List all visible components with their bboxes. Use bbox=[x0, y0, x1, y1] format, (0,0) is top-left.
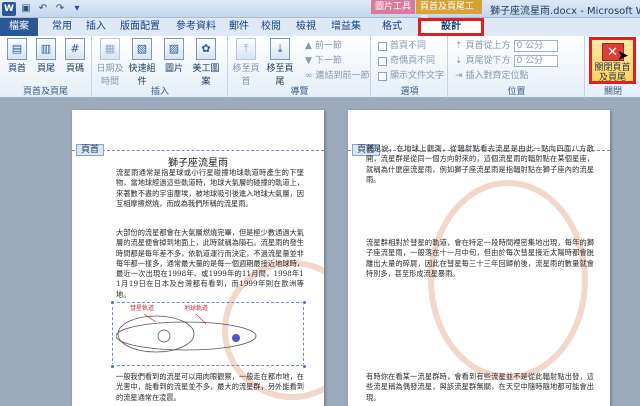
clip-art-button[interactable]: ✿ 美工圖案 bbox=[191, 38, 221, 87]
orbit-diagram[interactable] bbox=[116, 306, 300, 362]
picture-icon: ▨ bbox=[164, 38, 184, 60]
ribbon: ▤ 頁首 ▥ 頁尾 # 頁碼 頁首及頁尾 ▦ 日期及時間 ▧ 快速組件 ▨ 圖片 ✿ 美工圖案… bbox=[0, 36, 640, 98]
tab-home[interactable]: 常用 bbox=[46, 18, 78, 36]
mouse-cursor-icon: ➤ bbox=[617, 48, 629, 64]
tab-addins[interactable]: 增益集 bbox=[326, 18, 366, 36]
page-number-icon: # bbox=[65, 38, 85, 60]
paragraph[interactable]: 流星雨通常是指星球或小行星碰撞地球軌道時產生的下墜物，當地球經過這些軌道時，地球… bbox=[116, 168, 304, 209]
group-label: 導覽 bbox=[290, 87, 309, 97]
document-page-2[interactable]: 頁首 就是說，在地球上觀測，從輻射點看去流星是由此一點向四面八方散開，流星群是從… bbox=[348, 110, 610, 406]
document-area[interactable]: 頁首 獅子座流星雨 流星雨通常是指星球或小行星碰撞地球軌道時產生的下墜物，當地球… bbox=[0, 98, 640, 406]
paragraph[interactable]: 大部份的流星都會在大氣層燃燒完畢，但是極少數通過大氣層的流星便會掉到地面上，此時… bbox=[116, 228, 304, 300]
paragraph[interactable]: 流星群相對於彗星的軌道，會在特定一段時間裡密集地出現，每年的獅子座流星雨，一般落… bbox=[366, 238, 594, 279]
footer-button[interactable]: ▥ 頁尾 bbox=[31, 38, 61, 74]
group-insert: ▦ 日期及時間 ▧ 快速組件 ▨ 圖片 ✿ 美工圖案 插入 bbox=[93, 36, 228, 98]
save-icon[interactable]: ▣ bbox=[19, 2, 33, 16]
tab-insert[interactable]: 插入 bbox=[80, 18, 112, 36]
link-previous-button[interactable]: ∞ 連結到前一節 bbox=[305, 70, 370, 82]
group-label: 選項 bbox=[400, 87, 419, 97]
paragraph[interactable]: 有時你在看某一流星群時，會看到有些流星並不是從此輻射點出發，這些流星稱為偶發流星… bbox=[366, 372, 594, 403]
header-icon: ▤ bbox=[7, 38, 27, 60]
align-tab-icon: ⇥ bbox=[455, 71, 463, 81]
tab-references[interactable]: 參考資料 bbox=[170, 18, 222, 36]
group-navigation: ⤒ 移至頁首 ⤓ 移至頁尾 ▲ 前一節 ▼ 下一節 ∞ 連結到前一節 導覽 bbox=[229, 36, 371, 98]
footer-position-icon: ⇣ bbox=[455, 56, 463, 66]
paragraph[interactable]: 一般我們看到的流星可以用肉眼觀察，一般走在都市地，在光害中，能看到的流星並不多，… bbox=[116, 372, 304, 403]
quick-parts-icon: ▧ bbox=[132, 38, 152, 60]
link-icon: ∞ bbox=[305, 71, 313, 81]
group-options: 首頁不同 奇偶頁不同 顯示文件文字 選項 bbox=[372, 36, 448, 98]
goto-header-icon: ⤒ bbox=[236, 38, 256, 60]
context-tab-picture-tools: 圖片工具 bbox=[371, 0, 415, 14]
resize-handle[interactable] bbox=[302, 364, 307, 369]
quick-parts-button[interactable]: ▧ 快速組件 bbox=[127, 38, 157, 87]
tab-review[interactable]: 校閱 bbox=[256, 18, 286, 36]
tab-mailings[interactable]: 郵件 bbox=[224, 18, 254, 36]
checkbox-icon bbox=[378, 71, 387, 81]
resize-handle[interactable] bbox=[110, 300, 115, 305]
paragraph[interactable]: 就是說，在地球上觀測，從輻射點看去流星是由此一點向四面八方散開，流星群是從同一個… bbox=[366, 144, 594, 185]
arrow-up-icon: ▲ bbox=[305, 41, 312, 51]
footer-from-bottom-input[interactable]: 0 公分 bbox=[513, 55, 558, 67]
checkbox-icon bbox=[378, 56, 387, 66]
show-doc-text-checkbox[interactable]: 顯示文件文字 bbox=[378, 70, 444, 82]
orbit-label: 地球軌道 bbox=[184, 305, 209, 312]
calendar-icon: ▦ bbox=[100, 38, 120, 60]
date-time-button[interactable]: ▦ 日期及時間 bbox=[95, 38, 125, 87]
next-section-button[interactable]: ▼ 下一節 bbox=[305, 55, 342, 67]
title-bar: W ▣ ↶ ↷ ▾ 圖片工具 頁首及頁尾工具 獅子座流星雨.docx - Mic… bbox=[0, 0, 640, 26]
document-title[interactable]: 獅子座流星雨 bbox=[72, 154, 324, 169]
word-app-icon[interactable]: W bbox=[2, 2, 16, 16]
header-from-top-row: ⇡ 頁首從上方 0 公分 bbox=[455, 40, 558, 52]
goto-footer-icon: ⤓ bbox=[270, 38, 290, 60]
header-from-top-input[interactable]: 0 公分 bbox=[513, 40, 558, 52]
checkbox-icon bbox=[378, 41, 387, 51]
document-page-1[interactable]: 頁首 獅子座流星雨 流星雨通常是指星球或小行星碰撞地球軌道時產生的下墜物，當地球… bbox=[72, 110, 324, 406]
group-header-footer: ▤ 頁首 ▥ 頁尾 # 頁碼 頁首及頁尾 bbox=[0, 36, 92, 98]
resize-handle[interactable] bbox=[110, 364, 115, 369]
tab-design[interactable]: 設計 bbox=[418, 18, 484, 36]
odd-even-checkbox[interactable]: 奇偶頁不同 bbox=[378, 55, 435, 67]
quick-access-toolbar: W ▣ ↶ ↷ ▾ bbox=[2, 1, 84, 17]
resize-handle[interactable] bbox=[302, 300, 307, 305]
tab-view[interactable]: 檢視 bbox=[290, 18, 322, 36]
tab-layout[interactable]: 版面配置 bbox=[114, 18, 166, 36]
close-header-footer-label: 關閉頁首及頁尾 bbox=[594, 63, 631, 83]
ribbon-tabs: 檔案 常用 插入 版面配置 參考資料 郵件 校閱 檢視 增益集 格式 設計 bbox=[0, 18, 640, 36]
footer-from-bottom-row: ⇣ 頁尾從下方 0 公分 bbox=[455, 55, 558, 67]
tab-file[interactable]: 檔案 bbox=[0, 18, 38, 36]
clip-art-icon: ✿ bbox=[196, 38, 216, 60]
header-position-icon: ⇡ bbox=[455, 41, 463, 51]
undo-icon[interactable]: ↶ bbox=[36, 2, 50, 16]
group-label: 位置 bbox=[507, 87, 526, 97]
group-label: 頁首及頁尾 bbox=[22, 87, 68, 97]
previous-section-button[interactable]: ▲ 前一節 bbox=[305, 40, 342, 52]
header-boundary bbox=[72, 150, 324, 151]
header-button[interactable]: ▤ 頁首 bbox=[2, 38, 32, 74]
customize-dropdown-icon[interactable]: ▾ bbox=[70, 2, 84, 16]
context-tab-header-footer-tools: 頁首及頁尾工具 bbox=[416, 0, 482, 26]
goto-header-button[interactable]: ⤒ 移至頁首 bbox=[231, 38, 261, 87]
goto-footer-button[interactable]: ⤓ 移至頁尾 bbox=[265, 38, 295, 87]
group-position: ⇡ 頁首從上方 0 公分 ⇣ 頁尾從下方 0 公分 ⇥ 插入對齊定位點 位置 bbox=[449, 36, 585, 98]
watermark-seal bbox=[428, 180, 588, 380]
picture-button[interactable]: ▨ 圖片 bbox=[159, 38, 189, 74]
insert-align-tab-button[interactable]: ⇥ 插入對齊定位點 bbox=[455, 70, 529, 82]
arrow-down-icon: ▼ bbox=[305, 56, 312, 66]
page-number-button[interactable]: # 頁碼 bbox=[60, 38, 90, 74]
group-label: 關閉 bbox=[603, 87, 622, 97]
redo-icon[interactable]: ↷ bbox=[53, 2, 67, 16]
footer-icon: ▥ bbox=[36, 38, 56, 60]
window-title: 獅子座流星雨.docx - Microsoft W... bbox=[490, 6, 640, 17]
group-label: 插入 bbox=[150, 87, 169, 97]
first-page-checkbox[interactable]: 首頁不同 bbox=[378, 40, 426, 52]
orbit-label: 彗星軌道 bbox=[130, 305, 155, 312]
tab-format[interactable]: 格式 bbox=[372, 18, 412, 36]
